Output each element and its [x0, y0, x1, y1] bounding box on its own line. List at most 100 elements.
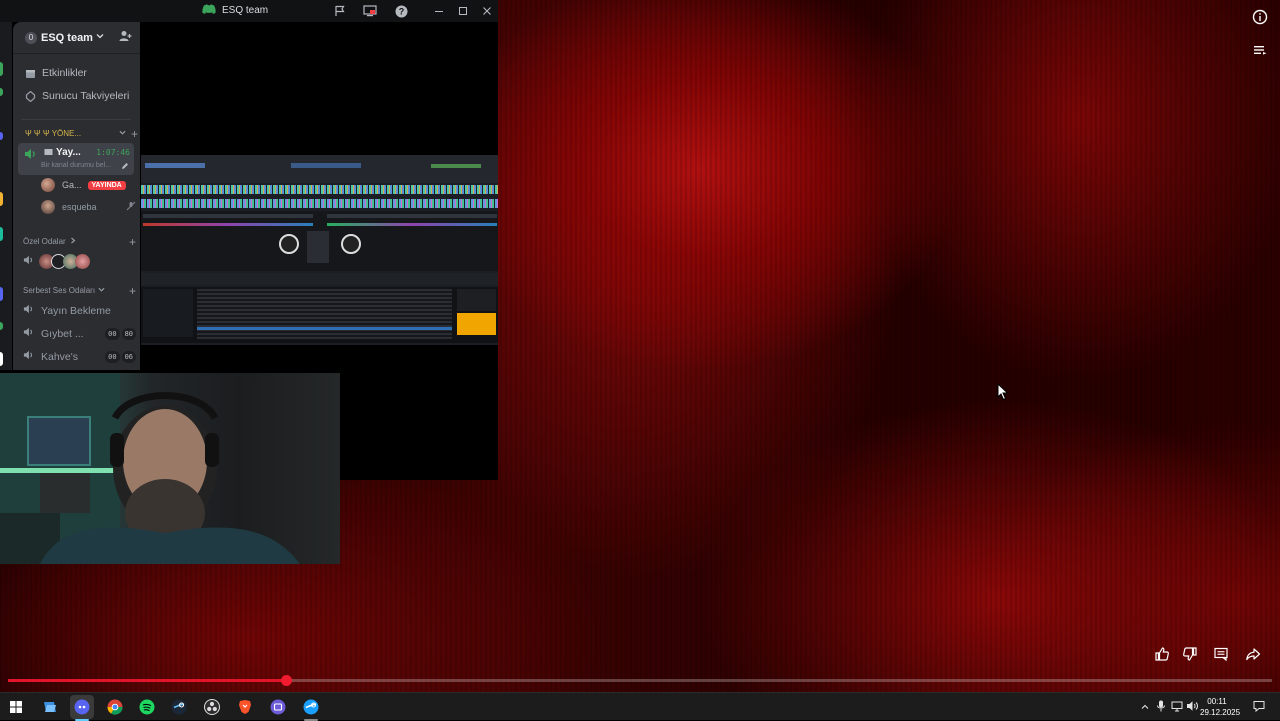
menu-item-label: Etkinlikler: [42, 67, 87, 79]
promo-panel: [457, 313, 496, 335]
channel-timer: 1:07:46: [96, 148, 130, 157]
voice-user-esqueba[interactable]: esqueba: [41, 200, 136, 214]
chrome-icon[interactable]: [103, 695, 127, 719]
edit-pencil-icon[interactable]: [121, 162, 129, 173]
queue-icon[interactable]: [1249, 39, 1271, 61]
network-icon[interactable]: [1171, 699, 1183, 717]
server-header[interactable]: 0 ESQ team: [13, 22, 140, 54]
add-channel-icon[interactable]: +: [131, 127, 138, 141]
rail-indicator: [0, 227, 3, 241]
category-label: Ψ Ψ Ψ YÖNE...: [25, 129, 82, 138]
chevron-down-icon[interactable]: [96, 32, 104, 43]
channel-name: Yay...: [56, 147, 81, 158]
share-icon[interactable]: [1242, 643, 1264, 665]
channel-status: Bir kanal durumu bel...: [41, 162, 112, 169]
chevron-down-icon[interactable]: [119, 128, 126, 139]
file-explorer-icon[interactable]: [38, 695, 62, 719]
app-icon[interactable]: [266, 695, 290, 719]
active-voice-channel[interactable]: Yay... 1:07:46 Bir kanal durumu bel...: [18, 143, 134, 175]
volume-icon[interactable]: [1186, 699, 1199, 717]
thumbs-down-icon[interactable]: [1179, 643, 1201, 665]
screen-share-icon[interactable]: [362, 3, 378, 19]
windows-start-icon[interactable]: [4, 695, 28, 719]
channel-name: Yayın Bekleme: [41, 304, 111, 317]
chevron-down-icon[interactable]: [98, 285, 105, 296]
spotify-icon[interactable]: [135, 695, 159, 719]
rail-indicator: [0, 322, 3, 330]
deck-b-header: [327, 214, 497, 218]
add-channel-icon[interactable]: +: [129, 235, 136, 249]
comments-icon[interactable]: [1210, 643, 1232, 665]
voice-channel-kahves[interactable]: Kahve's 00 06: [23, 350, 136, 363]
flag-icon[interactable]: [332, 3, 348, 19]
voice-user-ga[interactable]: Ga... YAYINDA: [41, 178, 136, 192]
voice-channel-icon: [24, 148, 37, 163]
rail-indicator: [0, 62, 3, 76]
chevron-up-icon[interactable]: [1140, 699, 1150, 717]
category-free-voice[interactable]: Serbest Ses Odaları +: [23, 284, 136, 298]
decks-panel: [141, 211, 498, 271]
category-label: Özel Odalar: [23, 237, 66, 246]
category-admin[interactable]: Ψ Ψ Ψ YÖNE... +: [25, 127, 138, 141]
server-name[interactable]: ESQ team: [41, 32, 93, 44]
speaker-icon: [23, 304, 34, 317]
brave-icon[interactable]: [233, 695, 257, 719]
voice-channel-giybet[interactable]: Gıybet ... 00 80: [23, 327, 136, 340]
video-scrubber-handle[interactable]: [281, 675, 293, 686]
unread-badge: 0: [25, 31, 37, 44]
video-progress-fill: [8, 679, 287, 682]
category-label: Serbest Ses Odaları: [23, 286, 96, 295]
add-channel-icon[interactable]: +: [129, 284, 136, 298]
info-icon[interactable]: [1249, 6, 1271, 28]
chevron-right-icon[interactable]: [70, 236, 76, 247]
webcam-image: [0, 373, 300, 564]
camera-icon: [44, 148, 53, 159]
user-limit-badge: 06: [121, 350, 136, 363]
rail-indicator: [0, 192, 3, 206]
rail-indicator: [0, 352, 3, 366]
user-count-badge: 00: [105, 350, 120, 363]
steam-alt-icon[interactable]: [299, 695, 323, 719]
video-progress-bar[interactable]: [8, 675, 1272, 686]
close-icon[interactable]: [479, 3, 495, 19]
sampler-row: [141, 273, 498, 285]
svg-text:?: ?: [398, 6, 404, 16]
mouse-cursor-icon: [997, 382, 1009, 406]
minimize-icon[interactable]: [431, 3, 447, 19]
menu-item-server-boosts[interactable]: Sunucu Takviyeleri: [23, 89, 150, 103]
obs-icon[interactable]: [200, 695, 224, 719]
microphone-icon[interactable]: [1156, 699, 1166, 717]
deck-a-header: [143, 214, 313, 218]
live-stream-preview[interactable]: [141, 155, 498, 345]
category-private-rooms[interactable]: Özel Odalar +: [23, 235, 136, 249]
track-list: [197, 289, 452, 339]
speaker-icon: [23, 350, 34, 363]
mixer-section: [307, 231, 329, 263]
user-count-badge: 00: [105, 327, 120, 340]
live-badge: YAYINDA: [87, 180, 126, 190]
rail-indicator: [0, 132, 3, 140]
menu-item-events[interactable]: Etkinlikler: [23, 66, 150, 80]
voice-channel-yayin-bekleme[interactable]: Yayın Bekleme: [23, 304, 136, 317]
discord-icon[interactable]: [70, 695, 94, 719]
notifications-icon[interactable]: [1253, 699, 1265, 717]
boost-icon: [23, 89, 37, 103]
help-icon[interactable]: ?: [393, 3, 409, 19]
invite-user-icon[interactable]: [119, 30, 132, 45]
menu-item-label: Sunucu Takviyeleri: [42, 90, 130, 102]
server-rail: [0, 22, 12, 370]
maximize-icon[interactable]: [455, 3, 471, 19]
speaker-icon: [23, 327, 34, 340]
steam-icon[interactable]: [167, 695, 191, 719]
selected-track: [197, 327, 452, 330]
avatar: [41, 200, 55, 214]
taskbar: 00:11 29.12.2025: [0, 692, 1280, 721]
channel-name: Gıybet ...: [41, 327, 84, 340]
system-clock[interactable]: 00:11 29.12.2025: [1200, 696, 1240, 718]
private-rooms-preview[interactable]: [23, 254, 150, 269]
thumbs-up-icon[interactable]: [1151, 643, 1173, 665]
voice-user-name: Ga...: [62, 180, 82, 190]
avatar: [41, 178, 55, 192]
speaker-icon: [23, 255, 34, 268]
voice-user-name: esqueba: [62, 202, 97, 212]
